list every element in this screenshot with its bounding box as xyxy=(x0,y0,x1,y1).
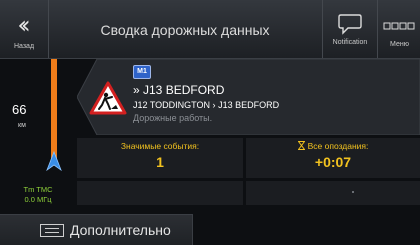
route-distance-panel: 66 км Tm TMC 0.0 МГц xyxy=(0,59,74,215)
tmc-status: Tm TMC 0.0 МГц xyxy=(8,185,68,205)
events-value: 1 xyxy=(156,154,164,170)
events-summary: Значимые события: 1 xyxy=(77,138,243,178)
route-line xyxy=(51,59,57,165)
events-label: Значимые события: xyxy=(120,141,200,151)
page-title: Сводка дорожных данных xyxy=(100,22,270,38)
road-works-warning-icon xyxy=(89,81,127,115)
notification-button[interactable]: Notification xyxy=(322,0,377,58)
delays-label-row: Все опоздания: xyxy=(246,141,420,151)
speech-bubble-icon xyxy=(338,14,362,35)
tmc-line-1: Tm TMC xyxy=(23,185,53,194)
event-title: » J13 BEDFORD xyxy=(133,83,225,97)
grid-icon xyxy=(383,22,414,30)
event-route: J12 TODDINGTON › J13 BEDFORD xyxy=(133,100,279,110)
more-button[interactable]: Дополнительно xyxy=(0,214,193,245)
back-label: Назад xyxy=(13,43,35,50)
list-icon xyxy=(40,224,64,237)
double-chevron-left-icon: ‹‹ xyxy=(17,11,30,39)
hourglass-icon xyxy=(297,141,305,150)
empty-slot-right xyxy=(246,181,420,205)
menu-label: Меню xyxy=(390,41,409,48)
notification-label: Notification xyxy=(332,39,368,46)
header-bar: ‹‹ Назад Сводка дорожных данных Notifica… xyxy=(0,0,420,59)
tmc-line-2: 0.0 МГц xyxy=(24,195,52,204)
back-button[interactable]: ‹‹ Назад xyxy=(0,0,49,58)
traffic-event-card[interactable]: M1 » J13 BEDFORD J12 TODDINGTON › J13 BE… xyxy=(77,59,420,135)
placeholder-dot xyxy=(352,191,354,193)
distance-unit: км xyxy=(18,122,26,129)
more-label: Дополнительно xyxy=(70,222,171,238)
delays-label: Все опоздания: xyxy=(307,141,369,151)
event-card-background xyxy=(77,59,420,135)
delays-value: +0:07 xyxy=(314,154,352,170)
navigation-arrow-icon xyxy=(46,151,62,171)
route-to: J13 BEDFORD xyxy=(218,100,280,110)
route-separator: › xyxy=(212,100,216,110)
stats-panel: Значимые события: 1 Все опоздания: +0:07 xyxy=(77,138,420,178)
distance-value: 66 xyxy=(12,102,27,117)
route-from: J12 TODDINGTON xyxy=(133,100,211,110)
event-type: Дорожные работы. xyxy=(133,113,213,123)
menu-button[interactable]: Меню xyxy=(377,0,420,58)
delays-summary: Все опоздания: +0:07 xyxy=(246,138,420,178)
empty-slot-left xyxy=(77,181,243,205)
road-badge: M1 xyxy=(133,65,151,79)
